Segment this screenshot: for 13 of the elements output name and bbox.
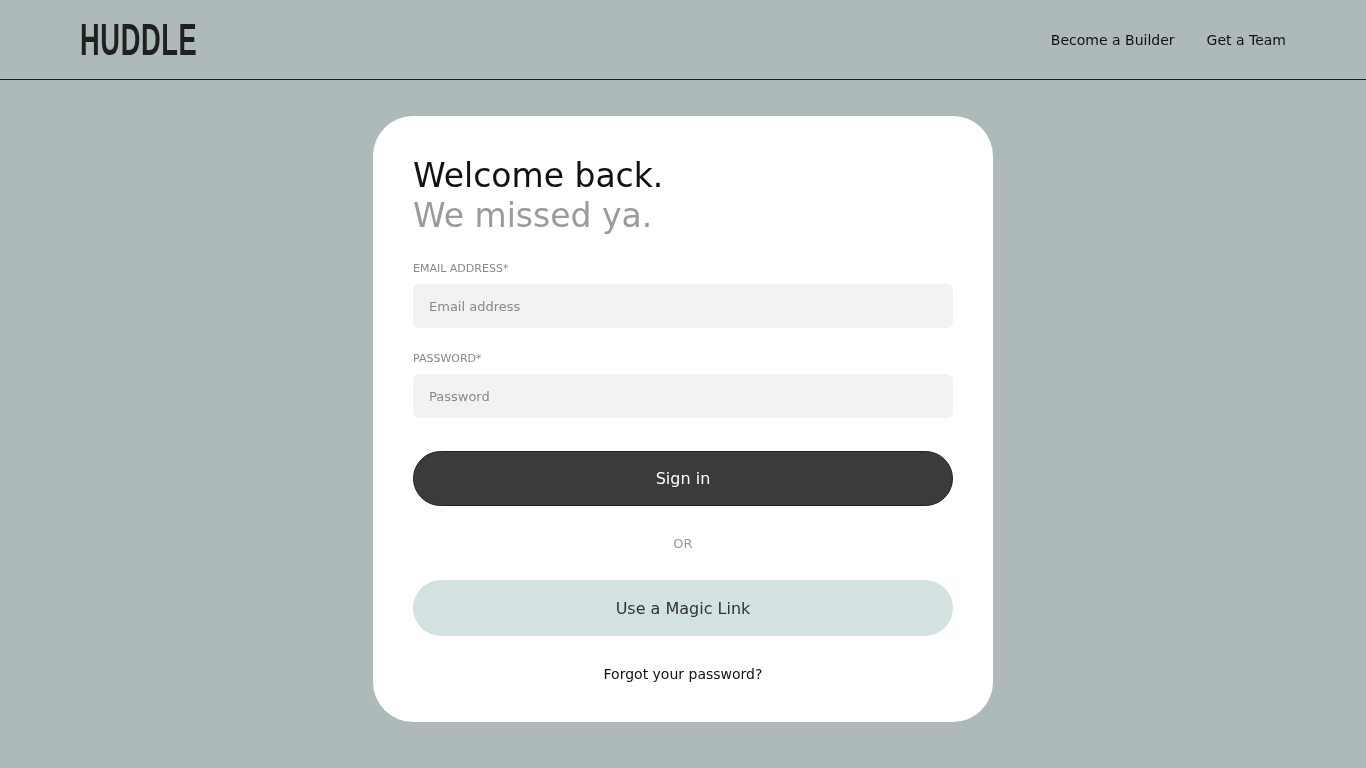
logo[interactable]: HUDDLE (80, 19, 198, 60)
nav-link[interactable]: Get a Team (1206, 31, 1286, 48)
input-field[interactable]: Password (413, 374, 953, 418)
title: Welcome back. (413, 156, 665, 196)
magic-link-button[interactable]: Use a Magic Link (413, 580, 953, 636)
divider-text: OR (673, 536, 693, 551)
input-field[interactable]: Email address (413, 284, 953, 328)
nav-link[interactable]: Become a Builder (1050, 31, 1175, 48)
sign-in-button[interactable]: Sign in (413, 451, 953, 506)
field-label: EMAIL ADDRESS* (413, 262, 510, 275)
field-label: PASSWORD* (413, 352, 483, 365)
forgot-password-link[interactable]: Forgot your password? (603, 666, 763, 682)
subtitle: We missed ya. (413, 196, 654, 236)
